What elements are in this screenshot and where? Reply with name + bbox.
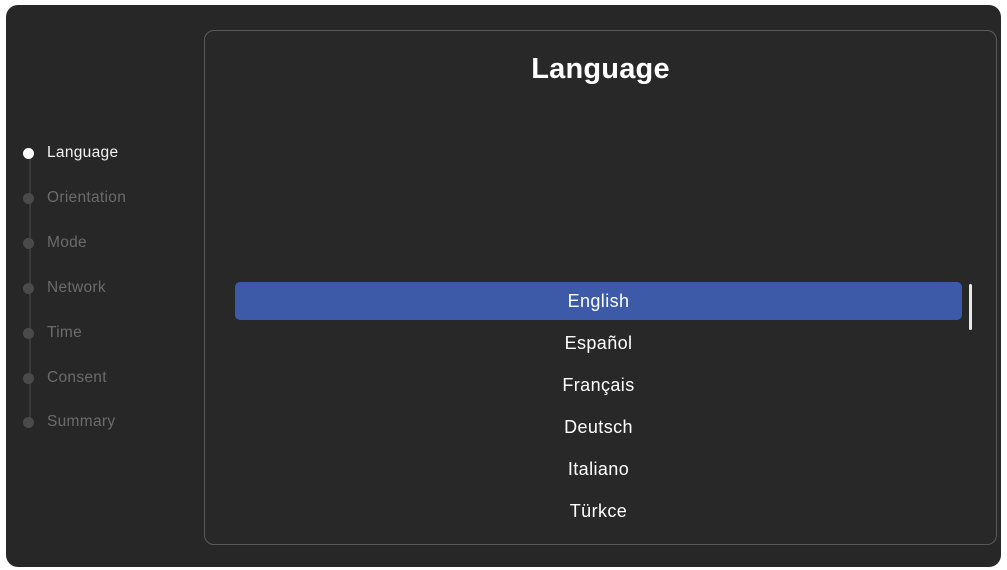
step-label: Summary — [47, 413, 116, 430]
step-label: Mode — [47, 234, 87, 251]
step-summary[interactable]: Summary — [23, 412, 115, 432]
step-dot-icon — [23, 282, 34, 294]
step-label: Network — [47, 279, 106, 296]
step-time[interactable]: Time — [23, 323, 82, 343]
step-dot-icon — [23, 237, 34, 249]
step-language[interactable]: Language — [23, 143, 118, 163]
step-consent[interactable]: Consent — [23, 368, 107, 388]
step-mode[interactable]: Mode — [23, 233, 87, 253]
setup-stepper: Language Orientation Mode Network Time C… — [6, 5, 196, 567]
setup-screen: Language Orientation Mode Network Time C… — [6, 5, 1001, 567]
step-label: Time — [47, 324, 83, 341]
language-option-deutsch[interactable]: Deutsch — [235, 408, 962, 446]
step-dot-icon — [23, 372, 34, 384]
step-dot-icon — [23, 192, 34, 204]
step-orientation[interactable]: Orientation — [23, 188, 126, 208]
language-list-scrollbar[interactable] — [969, 284, 972, 330]
language-list[interactable]: English Español Français Deutsch Italian… — [235, 282, 962, 517]
step-active-dot-icon — [23, 147, 34, 159]
step-label: Orientation — [47, 189, 127, 206]
language-panel: Language English Español Français Deutsc… — [204, 30, 997, 545]
language-option-turkce[interactable]: Türkçe — [235, 492, 962, 518]
language-option-espanol[interactable]: Español — [235, 324, 962, 362]
step-network[interactable]: Network — [23, 278, 106, 298]
page-title: Language — [531, 53, 670, 85]
step-dot-icon — [23, 416, 34, 428]
language-option-italiano[interactable]: Italiano — [235, 450, 962, 488]
step-label: Consent — [47, 369, 107, 386]
step-label: Language — [47, 144, 119, 161]
language-option-english[interactable]: English — [235, 282, 962, 320]
language-option-francais[interactable]: Français — [235, 366, 962, 404]
step-dot-icon — [23, 327, 34, 339]
